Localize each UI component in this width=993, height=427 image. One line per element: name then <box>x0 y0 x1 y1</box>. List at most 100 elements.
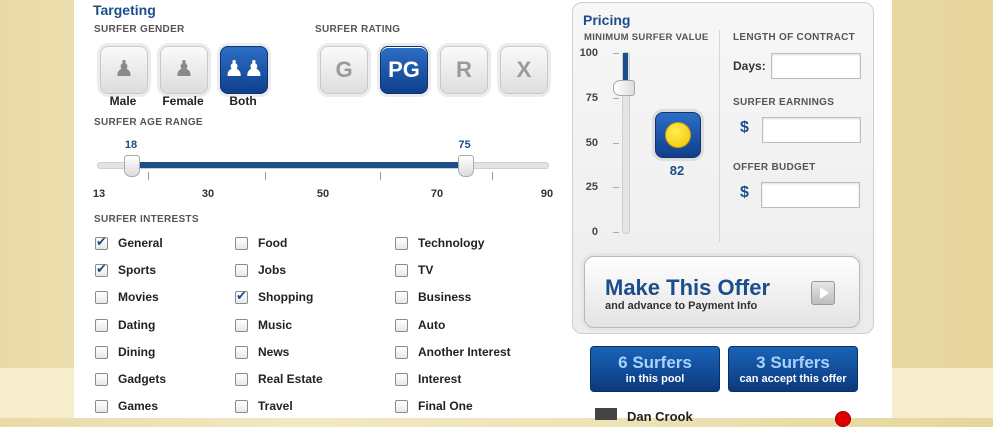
value-scale-label: 0 <box>591 226 598 238</box>
interest-checkbox[interactable] <box>95 261 108 277</box>
interest-label: News <box>258 345 290 359</box>
interest-item[interactable]: Auto <box>395 318 445 332</box>
interest-item[interactable]: Gadgets <box>95 372 166 386</box>
age-tick-mark <box>265 172 266 180</box>
value-scale-tick <box>613 232 619 233</box>
gender-male-button[interactable]: ♟ <box>100 46 148 94</box>
interest-item[interactable]: Shopping <box>235 288 314 304</box>
interest-checkbox[interactable] <box>395 399 408 413</box>
interest-checkbox[interactable] <box>235 236 248 250</box>
age-range-fill <box>131 162 465 168</box>
interest-checkbox[interactable] <box>235 318 248 332</box>
interest-checkbox[interactable] <box>235 372 248 386</box>
age-tick-mark <box>492 172 493 180</box>
earnings-input[interactable] <box>763 118 860 142</box>
gender-both-button[interactable]: ♟♟ <box>220 46 268 94</box>
status-indicator <box>835 411 851 427</box>
interest-checkbox[interactable] <box>235 345 248 359</box>
interest-item[interactable]: Interest <box>395 372 461 386</box>
interest-item[interactable]: Games <box>95 399 158 413</box>
make-offer-button[interactable]: Make This Offer and advance to Payment I… <box>584 256 860 328</box>
rating-pg-button[interactable]: PG <box>380 46 428 94</box>
interest-checkbox[interactable] <box>95 234 108 250</box>
interest-checkbox[interactable] <box>95 290 108 304</box>
age-max-handle[interactable] <box>457 155 474 177</box>
budget-currency: $ <box>740 184 749 201</box>
rating-x-button[interactable]: X <box>500 46 548 94</box>
interest-item[interactable]: TV <box>395 263 433 277</box>
min-value-fill <box>623 53 628 83</box>
interest-item[interactable]: Music <box>235 318 292 332</box>
interest-checkbox[interactable] <box>235 288 248 304</box>
rating-r-button[interactable]: R <box>440 46 488 94</box>
interest-item[interactable]: Another Interest <box>395 345 511 359</box>
value-scale-tick <box>613 53 619 54</box>
interest-label: Shopping <box>258 290 314 304</box>
contract-caption: LENGTH OF CONTRACT <box>733 32 856 43</box>
interest-checkbox[interactable] <box>395 318 408 332</box>
interest-item[interactable]: Food <box>235 236 287 250</box>
interest-item[interactable]: Travel <box>235 399 293 413</box>
gender-label-both: Both <box>229 94 257 108</box>
interest-item[interactable]: Business <box>395 290 471 304</box>
interest-checkbox[interactable] <box>395 290 408 304</box>
interest-label: Business <box>418 290 472 304</box>
male-icon: ♟ <box>114 56 134 81</box>
interest-checkbox[interactable] <box>95 399 108 413</box>
interest-item[interactable]: Sports <box>95 261 157 277</box>
pricing-divider <box>719 30 720 242</box>
interest-item[interactable]: Movies <box>95 290 159 304</box>
value-scale-tick <box>613 187 619 188</box>
interest-item[interactable]: Technology <box>395 236 484 250</box>
value-scale-tick <box>613 98 619 99</box>
rating-g-button[interactable]: G <box>320 46 368 94</box>
interest-checkbox[interactable] <box>95 345 108 359</box>
interest-item[interactable]: Jobs <box>235 263 286 277</box>
min-value-indicator[interactable] <box>655 112 701 158</box>
interest-label: Music <box>258 318 293 332</box>
interest-item[interactable]: Dating <box>95 318 155 332</box>
interest-label: TV <box>418 263 434 277</box>
interest-label: Sports <box>118 263 157 277</box>
avatar <box>595 408 617 420</box>
interest-item[interactable]: Dining <box>95 345 155 359</box>
interest-checkbox[interactable] <box>235 263 248 277</box>
interest-item[interactable]: General <box>95 234 163 250</box>
pool-surfers-count: 6 Surfers <box>618 353 692 372</box>
interest-checkbox[interactable] <box>395 263 408 277</box>
interest-checkbox[interactable] <box>235 399 248 413</box>
surfer-name[interactable]: Dan Crook <box>627 409 693 424</box>
gender-label-male: Male <box>109 94 137 108</box>
interest-checkbox[interactable] <box>95 318 108 332</box>
earnings-field[interactable] <box>762 117 861 143</box>
days-field[interactable] <box>771 53 861 79</box>
pool-surfers-stat[interactable]: 6 Surfers in this pool <box>590 346 720 392</box>
interest-label: Food <box>258 236 288 250</box>
interest-checkbox[interactable] <box>395 372 408 386</box>
age-tick-mark <box>148 172 149 180</box>
interest-item[interactable]: Final One <box>395 399 473 413</box>
interest-checkbox[interactable] <box>95 372 108 386</box>
earnings-caption: SURFER EARNINGS <box>733 97 835 108</box>
play-arrow-icon <box>811 281 835 305</box>
value-scale-label: 75 <box>585 92 598 104</box>
gender-female-button[interactable]: ♟ <box>160 46 208 94</box>
budget-field[interactable] <box>761 182 860 208</box>
days-input[interactable] <box>772 54 860 78</box>
age-range-caption: SURFER AGE RANGE <box>94 117 203 128</box>
interest-label: General <box>118 236 163 250</box>
interest-item[interactable]: Real Estate <box>235 372 323 386</box>
interest-checkbox[interactable] <box>395 236 408 250</box>
days-label: Days: <box>733 59 766 73</box>
accept-surfers-stat[interactable]: 3 Surfers can accept this offer <box>728 346 858 392</box>
interest-checkbox[interactable] <box>395 345 408 359</box>
min-value-caption: MINIMUM SURFER VALUE <box>584 32 709 43</box>
min-value-handle[interactable] <box>613 80 635 96</box>
budget-input[interactable] <box>762 183 859 207</box>
interest-item[interactable]: News <box>235 345 289 359</box>
age-min-handle[interactable] <box>124 155 141 177</box>
targeting-title: Targeting <box>93 2 156 18</box>
interest-label: Travel <box>258 399 293 413</box>
make-offer-title: Make This Offer <box>605 275 771 300</box>
interest-label: Gadgets <box>118 372 167 386</box>
